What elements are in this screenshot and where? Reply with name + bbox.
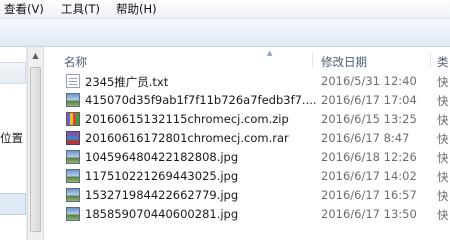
- file-type: 快: [437, 189, 449, 203]
- image-file-icon: [66, 93, 80, 107]
- zip-file-icon: [66, 112, 80, 126]
- nav-scrollbar[interactable]: ▲: [27, 47, 44, 240]
- text-file-icon: [66, 74, 80, 88]
- file-date: 2016/6/17 14:02: [321, 169, 417, 183]
- file-date: 2016/6/18 12:26: [321, 150, 417, 164]
- image-file-icon: [66, 150, 80, 164]
- nav-item[interactable]: [0, 62, 26, 84]
- file-name: 104596480422182808.jpg: [85, 150, 239, 164]
- file-list: 2345推广员.txt 2016/5/31 12:40 快 415070d35f…: [45, 72, 450, 224]
- sort-arrow-icon: ▲: [267, 49, 273, 57]
- file-date: 2016/6/17 16:57: [321, 188, 417, 202]
- file-row[interactable]: 104596480422182808.jpg 2016/6/18 12:26 快: [45, 148, 450, 167]
- menu-help[interactable]: 帮助(H): [116, 1, 157, 17]
- file-name: 185859070440600281.jpg: [85, 207, 239, 221]
- rar-file-icon: [66, 131, 80, 145]
- scroll-up-arrow-icon[interactable]: ▲: [28, 47, 43, 63]
- file-name: 2345推广员.txt: [85, 75, 169, 89]
- file-row[interactable]: 185859070440600281.jpg 2016/6/17 13:50 快: [45, 205, 450, 224]
- file-type: 快: [437, 113, 449, 127]
- file-type: 快: [437, 170, 449, 184]
- image-file-icon: [66, 207, 80, 221]
- file-row[interactable]: 153271984422662779.jpg 2016/6/17 16:57 快: [45, 186, 450, 205]
- file-name: 153271984422662779.jpg: [85, 188, 239, 202]
- file-date: 2016/6/17 8:47: [321, 131, 410, 145]
- file-date: 2016/6/17 13:50: [321, 207, 417, 221]
- file-date: 2016/5/31 12:40: [321, 74, 417, 88]
- file-type: 快: [437, 208, 449, 222]
- column-header-modified[interactable]: 修改日期: [321, 54, 367, 70]
- image-file-icon: [66, 188, 80, 202]
- column-header-row: 名称 ▲ 修改日期 类: [45, 49, 450, 70]
- column-divider[interactable]: [312, 52, 313, 68]
- file-name: 20160616172801chromecj.com.rar: [85, 131, 289, 145]
- file-type: 快: [437, 151, 449, 165]
- image-file-icon: [66, 169, 80, 183]
- file-date: 2016/6/15 13:25: [321, 112, 417, 126]
- file-type: 快: [437, 94, 449, 108]
- column-header-name[interactable]: 名称: [64, 54, 87, 70]
- file-row[interactable]: 20160616172801chromecj.com.rar 2016/6/17…: [45, 129, 450, 148]
- column-header-type[interactable]: 类: [437, 54, 449, 70]
- file-row[interactable]: 20160615132115chromecj.com.zip 2016/6/15…: [45, 110, 450, 129]
- menu-view[interactable]: 查看(V): [4, 1, 44, 17]
- file-name: 117510221269443025.jpg: [85, 169, 239, 183]
- navigation-pane: 位置: [0, 47, 27, 240]
- file-row[interactable]: 415070d35f9ab1f7f11b726a7fedb3f7.... 201…: [45, 91, 450, 110]
- nav-item-location[interactable]: 位置: [0, 130, 23, 146]
- file-name: 415070d35f9ab1f7f11b726a7fedb3f7....: [85, 93, 317, 107]
- file-type: 快: [437, 132, 449, 146]
- file-row[interactable]: 117510221269443025.jpg 2016/6/17 14:02 快: [45, 167, 450, 186]
- scroll-thumb[interactable]: [30, 67, 41, 232]
- toolbar: [0, 19, 450, 47]
- file-name: 20160615132115chromecj.com.zip: [85, 112, 289, 126]
- nav-item-selected[interactable]: [0, 193, 26, 215]
- file-type: 快: [437, 75, 449, 89]
- file-row[interactable]: 2345推广员.txt 2016/5/31 12:40 快: [45, 72, 450, 91]
- menu-bar: 查看(V) 工具(T) 帮助(H): [0, 0, 450, 19]
- menu-tools[interactable]: 工具(T): [61, 1, 100, 17]
- file-date: 2016/6/17 17:04: [321, 93, 417, 107]
- column-divider[interactable]: [430, 52, 431, 68]
